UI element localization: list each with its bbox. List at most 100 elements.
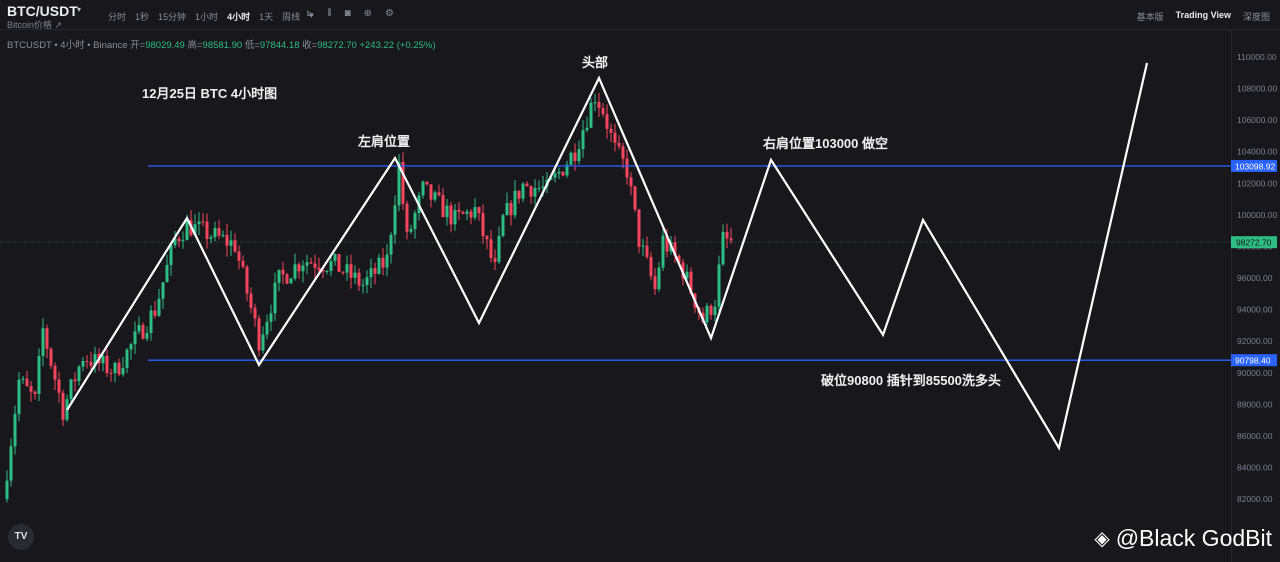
candle-body: [385, 254, 389, 268]
candle-body: [709, 305, 713, 316]
candle-body: [253, 307, 257, 319]
y-tick-label: 88000.00: [1237, 399, 1273, 409]
candle-body: [573, 152, 577, 162]
candle-body: [117, 362, 121, 375]
candle-body: [585, 127, 589, 131]
candle-body: [433, 192, 437, 200]
candle-body: [509, 203, 513, 216]
candle-body: [133, 331, 137, 345]
candle-body: [121, 368, 125, 375]
candle-body: [493, 257, 497, 262]
candle-body: [197, 221, 201, 225]
candle-body: [617, 142, 621, 147]
candle-body: [81, 361, 85, 367]
candle-body: [313, 263, 317, 268]
last-price-label: 98272.70: [1236, 238, 1272, 248]
candle-body: [217, 228, 221, 236]
candle-body: [633, 186, 637, 210]
candle-body: [249, 293, 253, 308]
y-tick-label: 100000.00: [1237, 210, 1277, 220]
candle-body: [41, 328, 45, 357]
candle-body: [153, 310, 157, 316]
candle-body: [729, 238, 733, 241]
candle-body: [157, 298, 161, 316]
candle-body: [105, 355, 109, 373]
candle-body: [481, 213, 485, 237]
candle-body: [593, 102, 597, 104]
candle-body: [533, 188, 537, 197]
level-price-label: 90798.40: [1235, 356, 1271, 366]
candle-body: [625, 158, 629, 178]
candle-body: [69, 379, 73, 400]
candle-body: [85, 361, 89, 363]
candle-body: [49, 348, 53, 366]
candle-body: [601, 108, 605, 115]
candle-body: [241, 260, 245, 267]
candle-body: [477, 207, 481, 214]
candle-body: [113, 362, 117, 374]
candle-body: [149, 310, 153, 333]
candle-body: [381, 257, 385, 268]
candle-body: [561, 171, 565, 176]
candle-body: [25, 378, 29, 387]
candle-body: [525, 183, 529, 187]
candle-body: [293, 264, 297, 279]
candle-body: [37, 356, 41, 394]
candle-body: [221, 234, 225, 236]
candle-body: [513, 190, 517, 216]
candle-body: [425, 181, 429, 185]
y-tick-label: 84000.00: [1237, 463, 1273, 473]
candle-body: [301, 265, 305, 272]
candle-body: [613, 132, 617, 143]
candle-body: [309, 262, 313, 264]
candle-body: [165, 264, 169, 283]
candle-body: [653, 276, 657, 290]
candle-body: [405, 203, 409, 232]
tradingview-logo[interactable]: TV: [8, 524, 34, 550]
candle-body: [29, 386, 33, 392]
candle-body: [289, 278, 293, 284]
candle-body: [393, 205, 397, 235]
candle-body: [317, 267, 321, 271]
candle-body: [361, 285, 365, 287]
candle-body: [177, 238, 181, 242]
candle-body: [661, 235, 665, 268]
candle-body: [485, 236, 489, 240]
head-annotation: 头部: [582, 55, 609, 70]
binance-logo-icon: ◈: [1094, 528, 1110, 550]
candle-body: [333, 254, 337, 262]
candle-body: [141, 324, 145, 339]
candle-body: [269, 313, 273, 322]
candle-body: [537, 188, 541, 190]
candle-body: [461, 211, 465, 214]
candle-body: [329, 261, 333, 271]
watermark-text: @Black GodBit: [1115, 525, 1272, 551]
candle-body: [349, 264, 353, 278]
candle-body: [125, 349, 129, 369]
candle-body: [457, 209, 461, 212]
candle-body: [261, 334, 265, 351]
candle-body: [505, 203, 509, 216]
candle-body: [233, 240, 237, 252]
candle-body: [225, 234, 229, 246]
candle-body: [705, 305, 709, 323]
candle-body: [213, 228, 217, 238]
candle-body: [717, 264, 721, 307]
candle-body: [345, 264, 349, 273]
candle-body: [657, 267, 661, 290]
right-shoulder-annotation: 右肩位置103000 做空: [763, 136, 888, 151]
candle-body: [145, 332, 149, 339]
candle-body: [465, 211, 469, 214]
candle-body: [13, 414, 17, 447]
candle-body: [449, 205, 453, 225]
candle-body: [5, 480, 9, 500]
candle-body: [305, 262, 309, 266]
candle-body: [33, 391, 37, 394]
candle-body: [257, 318, 261, 351]
candle-body: [569, 152, 573, 165]
y-tick-label: 90000.00: [1237, 368, 1273, 378]
y-tick-label: 104000.00: [1237, 147, 1277, 157]
candle-body: [713, 306, 717, 316]
candle-body: [357, 272, 361, 286]
y-tick-label: 86000.00: [1237, 431, 1273, 441]
